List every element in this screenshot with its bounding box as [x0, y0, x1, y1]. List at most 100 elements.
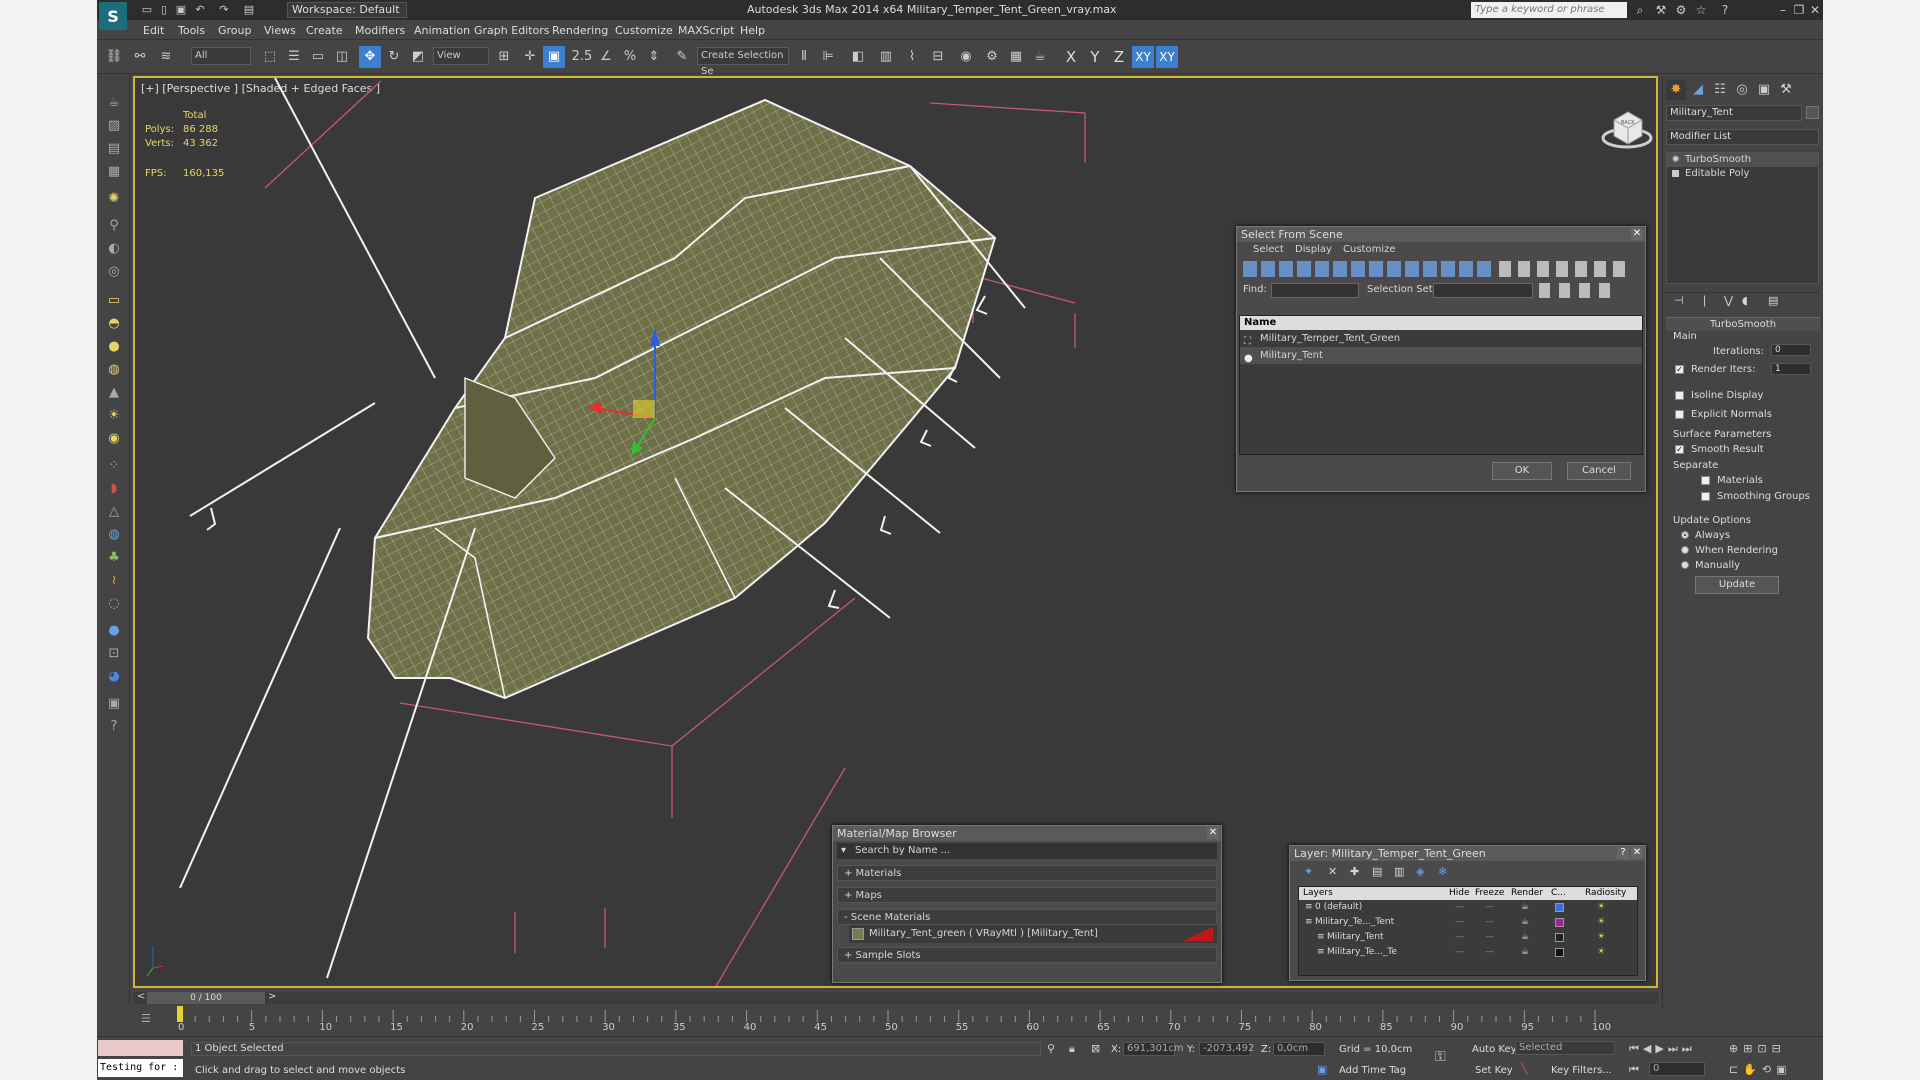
- select-tab-customize[interactable]: Customize: [1343, 244, 1396, 255]
- help-icon[interactable]: ?: [1717, 2, 1733, 18]
- subscription-icon[interactable]: ⚒: [1653, 2, 1669, 18]
- hair-icon[interactable]: ≀: [105, 572, 123, 590]
- new-layer-icon[interactable]: ✦: [1304, 865, 1313, 878]
- menu-edit[interactable]: Edit: [143, 24, 164, 37]
- smoothing-groups-checkbox[interactable]: [1701, 492, 1710, 501]
- hierarchy-tab-icon[interactable]: ☷: [1710, 80, 1730, 100]
- set-key-filter-icon[interactable]: ╲: [1521, 1062, 1528, 1075]
- camera-icon[interactable]: ⚲: [105, 217, 123, 235]
- project-folder-icon[interactable]: ▤: [242, 3, 256, 17]
- mini-curve-editor-icon[interactable]: ☰: [141, 1012, 151, 1025]
- list-item[interactable]: ⛶ Military_Temper_Tent_Green: [1240, 330, 1642, 347]
- scene-materials-section[interactable]: - Scene Materials: [837, 909, 1217, 925]
- named-selection-set-dropdown[interactable]: Create Selection Se: [697, 47, 789, 77]
- menu-help[interactable]: Help: [740, 24, 765, 37]
- absolute-mode-icon[interactable]: ⊠: [1091, 1042, 1100, 1055]
- schematic-view-icon[interactable]: ⊟: [927, 46, 949, 68]
- magnet-icon[interactable]: ◗: [105, 480, 123, 498]
- snaps-toggle-icon[interactable]: 2.5: [571, 46, 593, 68]
- materials-checkbox[interactable]: [1701, 476, 1710, 485]
- menu-graph-editors[interactable]: Graph Editors: [474, 24, 550, 37]
- material-editor-icon[interactable]: ◉: [955, 46, 977, 68]
- hemisphere-icon[interactable]: ◓: [105, 315, 123, 333]
- y-coordinate-field[interactable]: -2073,492: [1199, 1042, 1254, 1056]
- plant-icon[interactable]: ♣: [105, 549, 123, 567]
- smooth-result-checkbox[interactable]: ✓: [1675, 445, 1684, 454]
- spinner-snap-icon[interactable]: ⇕: [643, 46, 665, 68]
- object-name-field[interactable]: Military_Tent: [1666, 105, 1802, 121]
- key-mode-dropdown[interactable]: Selected: [1515, 1041, 1615, 1055]
- time-slider-thumb[interactable]: 0 / 100: [147, 992, 265, 1004]
- material-item[interactable]: Military_Tent_green ( VRayMtl ) [Militar…: [849, 925, 1217, 943]
- render-teapot-icon[interactable]: ☕: [1521, 915, 1529, 930]
- select-tab-select[interactable]: Select: [1253, 244, 1284, 255]
- time-slider[interactable]: < 0 / 100 >: [133, 991, 1658, 1004]
- geosphere-icon[interactable]: ◉: [105, 430, 123, 448]
- auto-key-button[interactable]: Auto Key: [1472, 1044, 1517, 1055]
- material-browser-title[interactable]: Material/Map Browser ✕: [833, 826, 1221, 841]
- radiosity-column[interactable]: Radiosity: [1585, 888, 1626, 898]
- select-object-icon[interactable]: ⬚: [259, 46, 281, 68]
- render-teapot-icon[interactable]: ☕: [1521, 900, 1529, 915]
- render-iters-spinner[interactable]: 1: [1771, 363, 1811, 375]
- box-primitive-icon[interactable]: ▭: [105, 292, 123, 310]
- layer-color-swatch[interactable]: [1555, 948, 1564, 957]
- light-bulb-icon[interactable]: ✺: [105, 190, 123, 208]
- list-tools-icon[interactable]: [1499, 261, 1629, 277]
- terrain-icon[interactable]: △: [105, 503, 123, 521]
- table-row[interactable]: ≡ Military_Tent — — ☕ ☀: [1299, 930, 1637, 945]
- modifier-list-dropdown[interactable]: Modifier List: [1666, 129, 1819, 145]
- select-dialog-title[interactable]: Select From Scene ✕: [1237, 227, 1645, 242]
- link-icon[interactable]: ⛓: [103, 46, 125, 68]
- layer-color-swatch[interactable]: [1555, 918, 1564, 927]
- bind-spacewarp-icon[interactable]: ≋: [155, 46, 177, 68]
- delete-layer-icon[interactable]: ✕: [1328, 865, 1337, 878]
- playback-controls-icon[interactable]: ⏮◀▶⏭⏭: [1629, 1042, 1696, 1056]
- name-column-header[interactable]: Name: [1240, 316, 1642, 330]
- create-tab-icon[interactable]: ✸: [1666, 80, 1686, 100]
- minimize-icon[interactable]: –: [1775, 2, 1791, 18]
- ripple-icon[interactable]: ◌: [105, 595, 123, 613]
- select-by-name-icon[interactable]: ☰: [283, 46, 305, 68]
- motion-tab-icon[interactable]: ◎: [1732, 80, 1752, 100]
- maxscript-listener-pink[interactable]: [98, 1040, 183, 1056]
- question-icon[interactable]: ?: [105, 718, 123, 736]
- freeze-toggle[interactable]: —: [1485, 915, 1494, 930]
- viewport-nav-icon[interactable]: ⊕⊞⊡⊟: [1729, 1042, 1786, 1055]
- radiosity-icon[interactable]: ☀: [1597, 945, 1605, 960]
- rendered-frame-window-icon[interactable]: ▦: [1005, 46, 1027, 68]
- radiosity-icon[interactable]: ☀: [1597, 900, 1605, 915]
- layer-color-swatch[interactable]: [1555, 933, 1564, 942]
- communication-icon[interactable]: ⚙: [1673, 2, 1689, 18]
- layer-dialog-title[interactable]: Layer: Military_Temper_Tent_Green? ✕: [1290, 846, 1645, 861]
- freeze-toggle[interactable]: —: [1485, 900, 1494, 915]
- dropdown-arrow-icon[interactable]: ▾: [841, 843, 846, 859]
- restore-icon[interactable]: ❐: [1791, 2, 1807, 18]
- utilities-tab-icon[interactable]: ⚒: [1776, 80, 1796, 100]
- remove-modifier-icon[interactable]: ◖: [1742, 294, 1748, 307]
- layer-close-icon[interactable]: ✕: [1631, 847, 1643, 859]
- sphere-icon[interactable]: ●: [105, 338, 123, 356]
- select-move-icon[interactable]: ✥: [359, 46, 381, 68]
- archive-icon[interactable]: ▣: [105, 695, 123, 713]
- menu-rendering[interactable]: Rendering: [552, 24, 608, 37]
- menu-animation[interactable]: Animation: [414, 24, 470, 37]
- torus-icon[interactable]: ◍: [105, 361, 123, 379]
- manually-radio[interactable]: [1681, 561, 1689, 569]
- menu-views[interactable]: Views: [264, 24, 296, 37]
- render-column[interactable]: Render: [1511, 888, 1543, 898]
- particles-icon[interactable]: ⁘: [105, 457, 123, 475]
- hide-all-icon[interactable]: ◈: [1416, 865, 1424, 878]
- percent-snap-icon[interactable]: %: [619, 46, 641, 68]
- selection-filter-dropdown[interactable]: All: [191, 47, 251, 65]
- isolate-selection-icon[interactable]: ⚲: [1047, 1042, 1055, 1055]
- time-next-icon[interactable]: >: [268, 991, 276, 1002]
- image-icon[interactable]: ▨: [105, 117, 123, 135]
- isoline-checkbox[interactable]: [1675, 391, 1684, 400]
- cone-icon[interactable]: ▲: [105, 384, 123, 402]
- menu-tools[interactable]: Tools: [178, 24, 205, 37]
- current-frame-marker[interactable]: [177, 1006, 183, 1022]
- new-file-icon[interactable]: ▭: [140, 3, 154, 17]
- stack-item-editable-poly[interactable]: Editable Poly: [1667, 167, 1818, 181]
- material-sphere-icon[interactable]: ●: [105, 622, 123, 640]
